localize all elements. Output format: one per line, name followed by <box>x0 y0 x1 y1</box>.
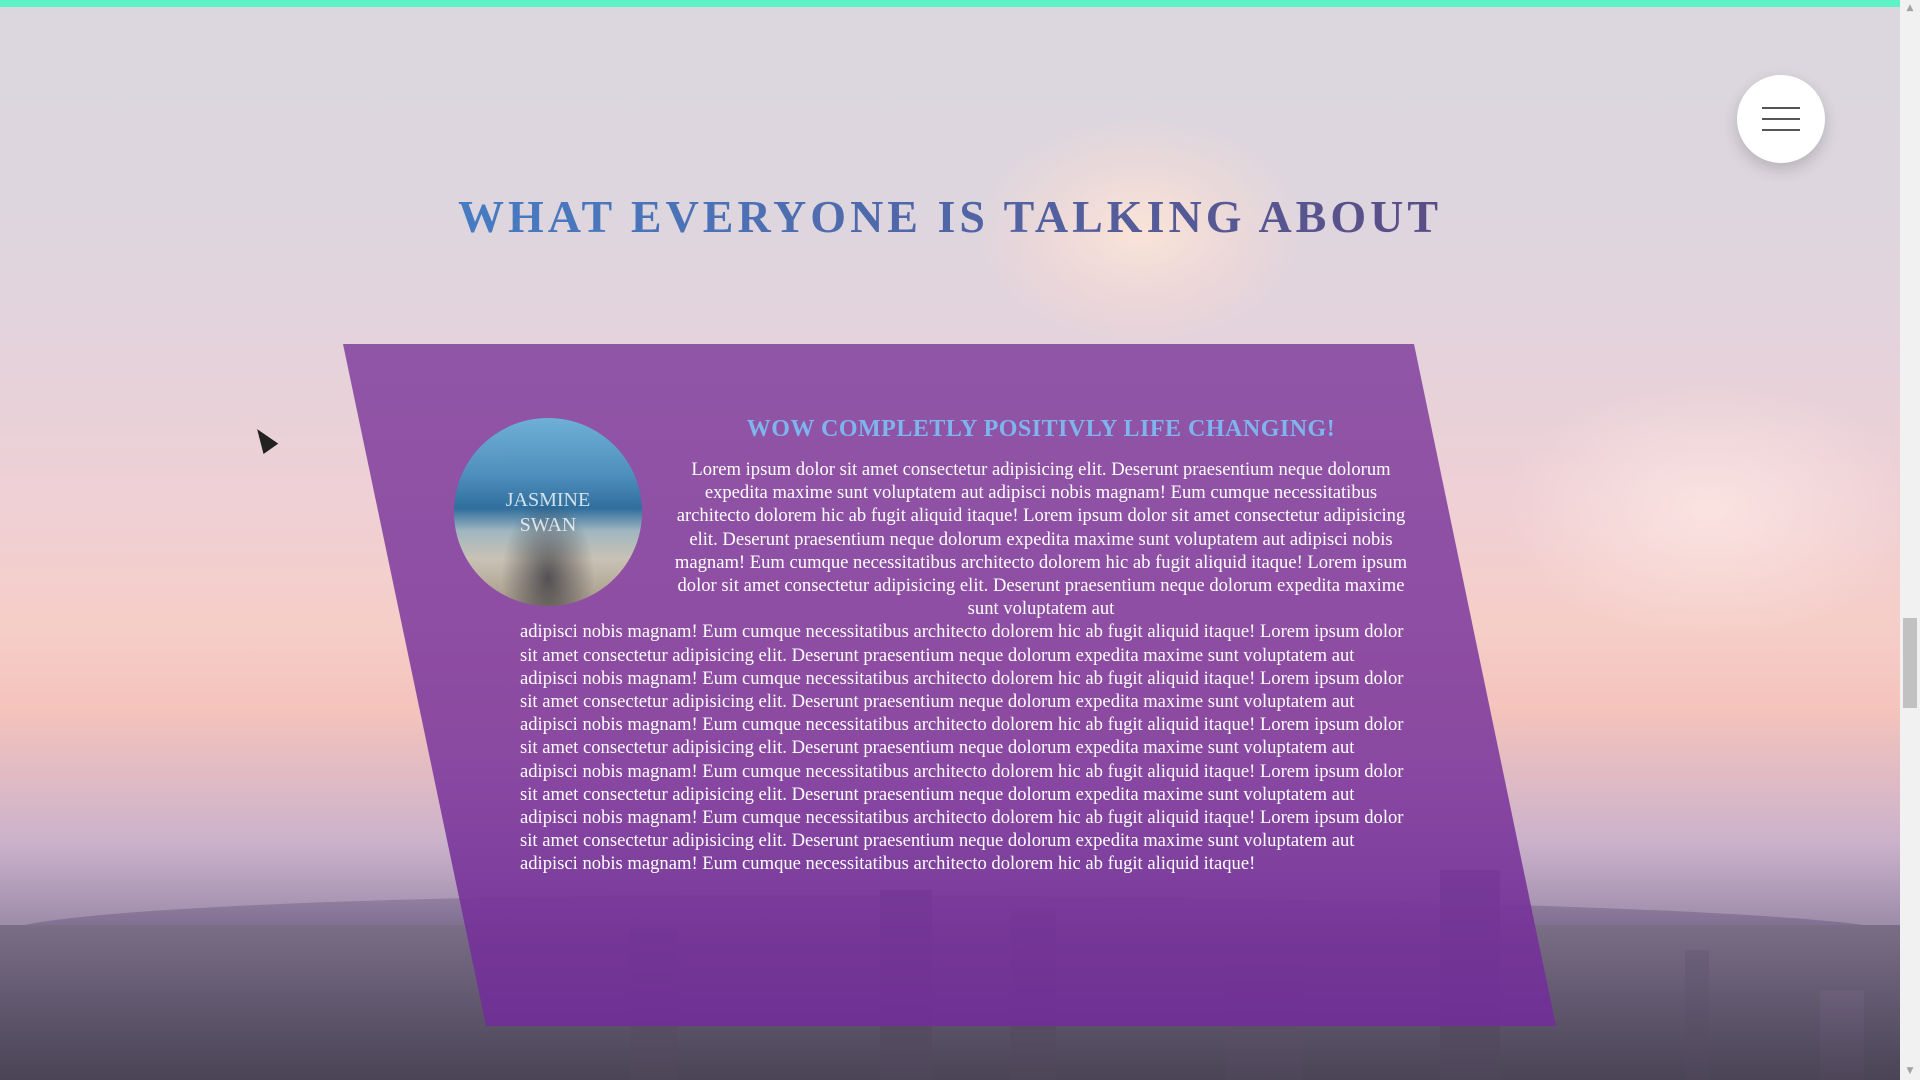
top-accent-bar <box>0 0 1900 7</box>
page-viewport: WHAT EVERYONE IS TALKING ABOUT JASMINE S… <box>0 0 1920 1080</box>
mouse-cursor-icon <box>249 424 279 454</box>
avatar-name: JASMINE SWAN <box>505 489 591 536</box>
hamburger-menu-icon <box>1762 107 1800 109</box>
hamburger-menu-button[interactable] <box>1737 75 1825 163</box>
hamburger-menu-icon <box>1762 118 1800 120</box>
scroll-up-arrow-icon[interactable]: ▲ <box>1900 0 1920 17</box>
building <box>1820 990 1864 1080</box>
scrollbar-thumb[interactable] <box>1903 618 1917 708</box>
page-scrollbar[interactable]: ▲ ▼ <box>1900 0 1920 1080</box>
cloud-glow <box>1500 380 1920 640</box>
building <box>1685 950 1709 1080</box>
testimonial-text: Lorem ipsum dolor sit amet consectetur a… <box>674 459 1408 620</box>
testimonial-title: WOW COMPLETLY POSITIVLY LIFE CHANGING! <box>746 416 1336 442</box>
testimonial-text: adipisci nobis magnam! Eum cumque necess… <box>520 621 1404 875</box>
testimonial-content: JASMINE SWAN WOW COMPLETLY POSITIVLY LIF… <box>454 410 1410 876</box>
scroll-down-arrow-icon[interactable]: ▼ <box>1900 1063 1920 1080</box>
section-heading: WHAT EVERYONE IS TALKING ABOUT <box>0 190 1900 243</box>
hamburger-menu-icon <box>1762 129 1800 131</box>
testimonial-avatar: JASMINE SWAN <box>454 418 642 606</box>
